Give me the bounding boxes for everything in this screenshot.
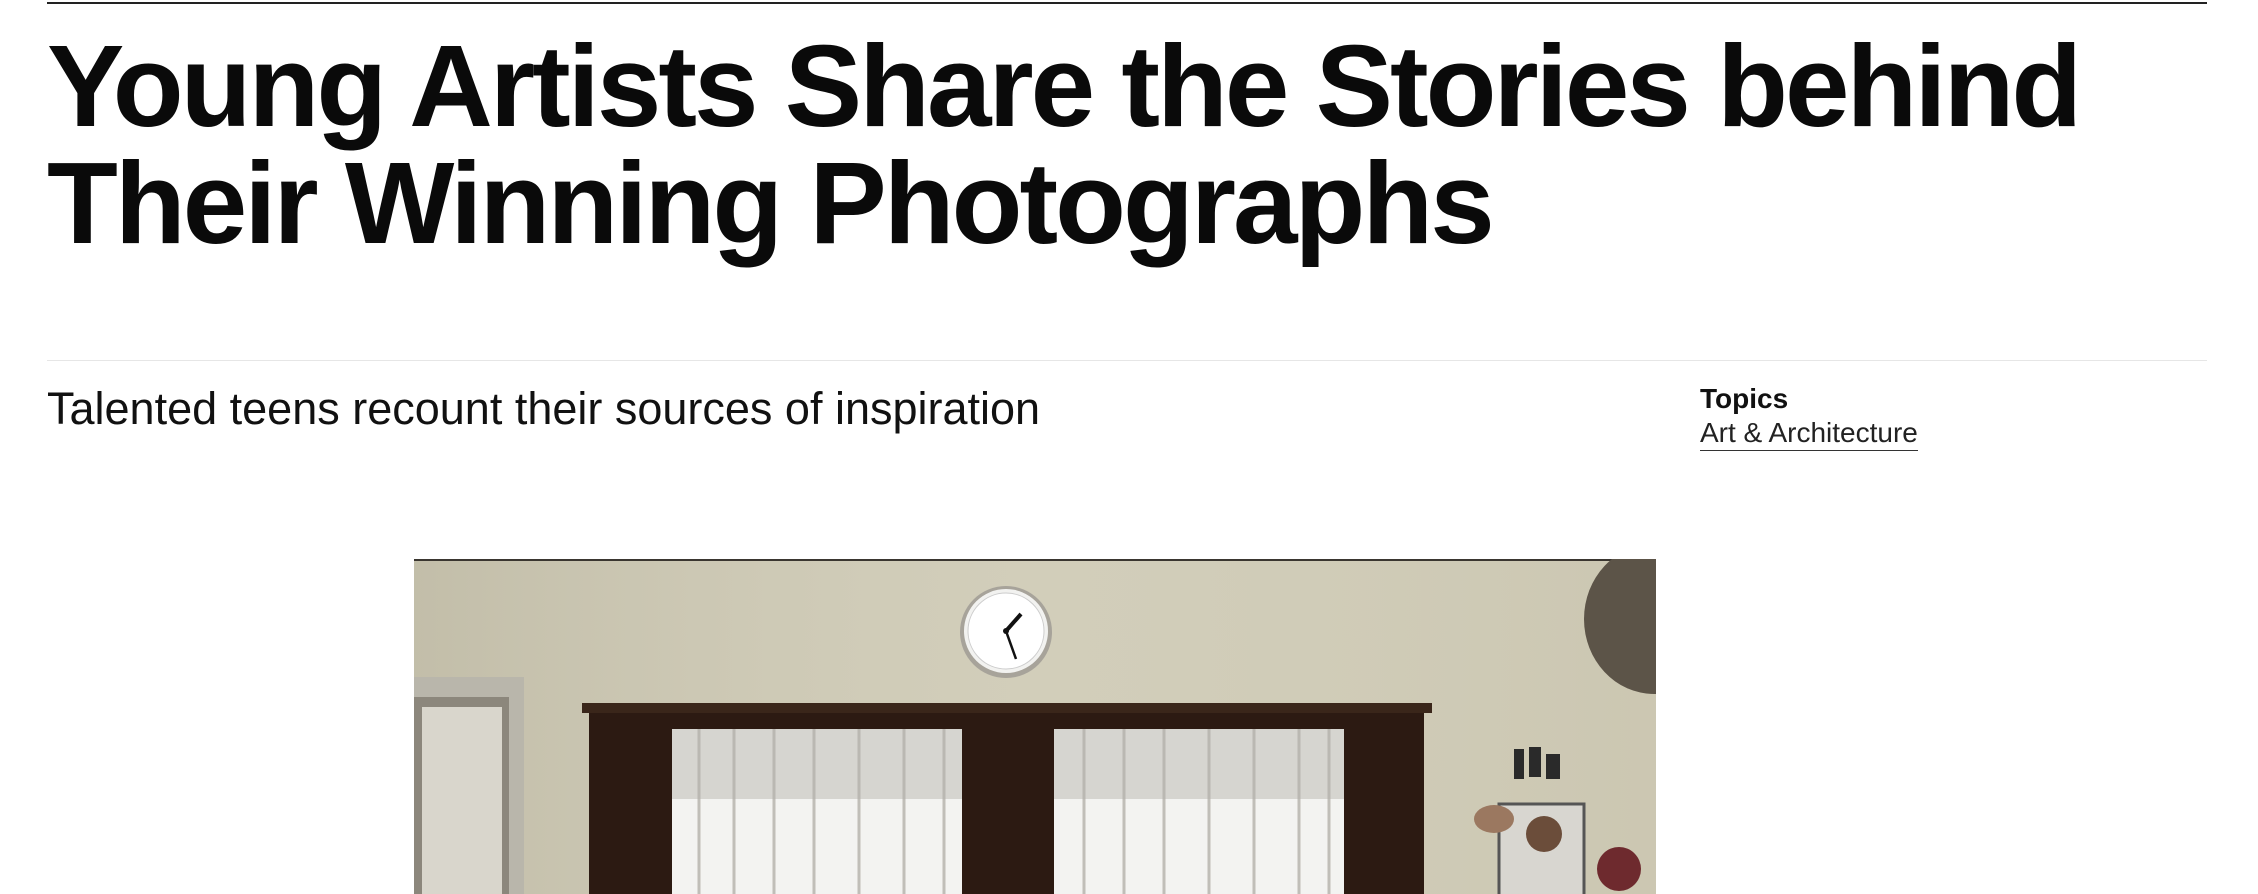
topic-link-art-architecture[interactable]: Art & Architecture [1700, 416, 1918, 451]
article-title: Young Artists Share the Stories behind T… [47, 21, 2082, 268]
section-divider [47, 360, 2207, 361]
top-divider [47, 2, 2207, 4]
wall-clock-illustration [960, 586, 1052, 678]
article-dek: Talented teens recount their sources of … [47, 383, 1041, 434]
topics-block: Topics Art & Architecture [1700, 382, 1918, 451]
topics-label: Topics [1700, 383, 1789, 414]
hero-photo [414, 559, 1656, 894]
